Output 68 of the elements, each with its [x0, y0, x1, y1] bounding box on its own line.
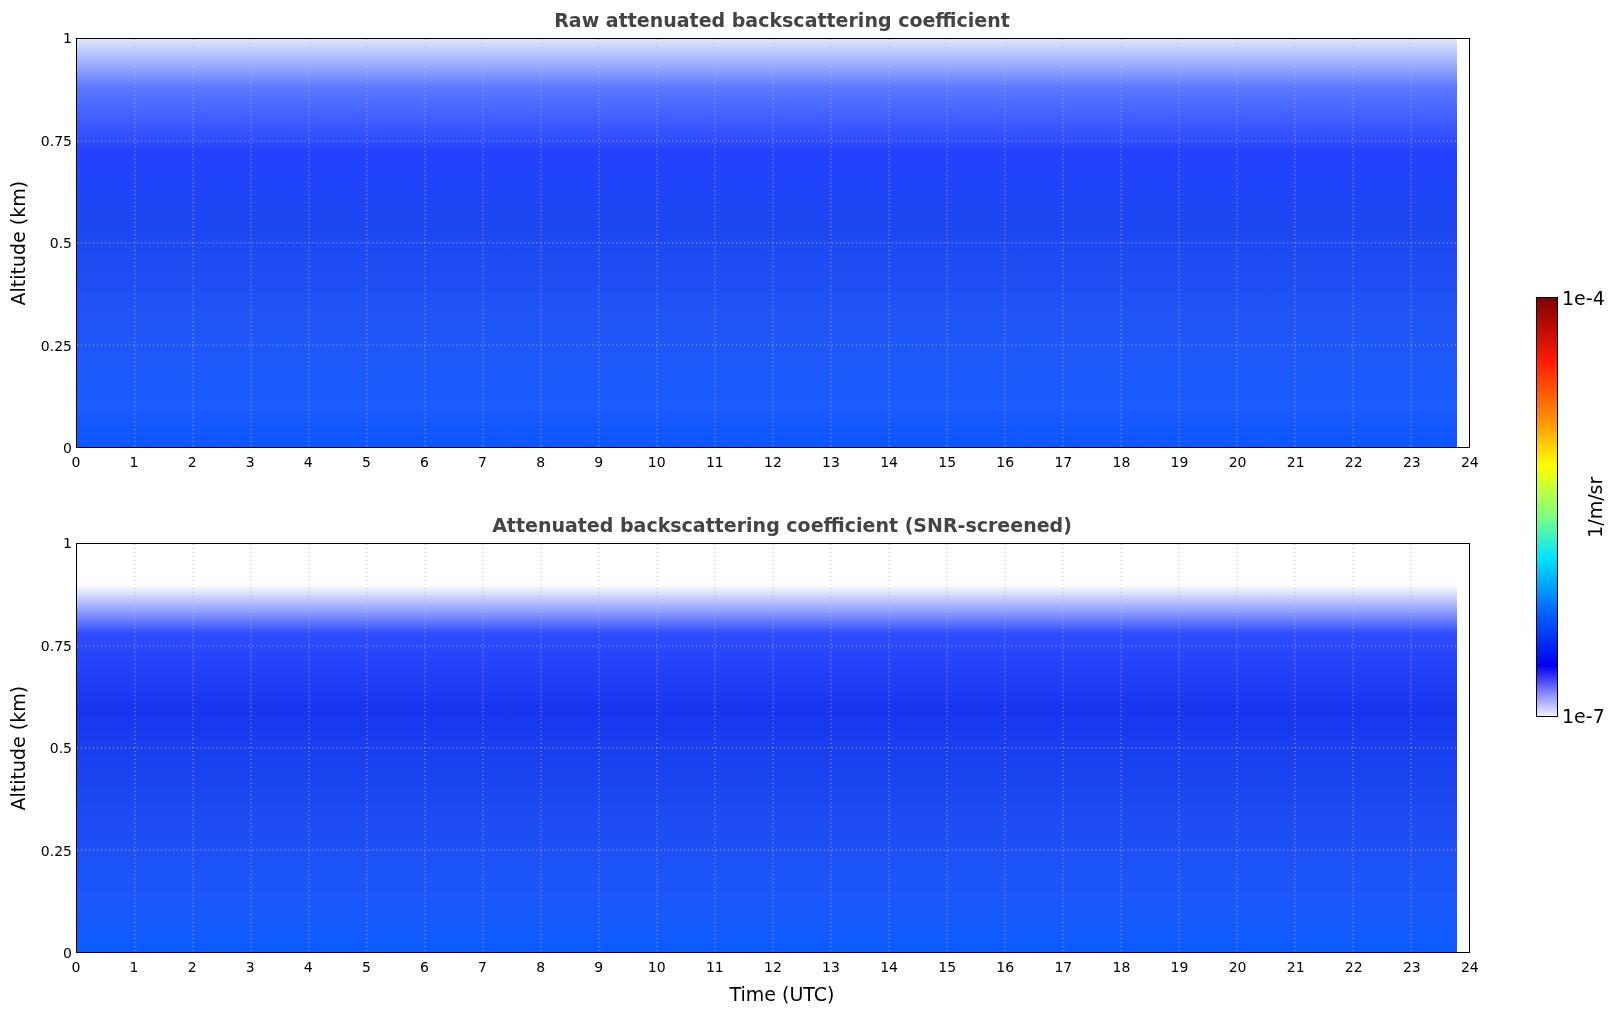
- tick-label: 0.25: [39, 842, 72, 859]
- tick-label: 15: [937, 453, 958, 472]
- tick-label: 8: [535, 453, 547, 472]
- tick-label: 0.5: [48, 740, 72, 756]
- tick-label: 1: [128, 958, 140, 977]
- tick-label: 20: [1227, 453, 1248, 472]
- plot-title: Raw attenuated backscattering coefficient: [554, 7, 1010, 33]
- tick-label: 0: [70, 453, 82, 472]
- tick-label: 2: [186, 958, 198, 977]
- tick-label: 9: [593, 958, 605, 977]
- tick-label: 7: [477, 453, 488, 472]
- tick-label: 0: [62, 440, 72, 456]
- tick-label: 19: [1169, 453, 1190, 472]
- tick-label: 0.5: [48, 235, 72, 251]
- tick-label: 10: [646, 453, 667, 472]
- tick-label: 13: [821, 958, 841, 977]
- tick-label: 5: [360, 453, 372, 472]
- tick-label: 4: [302, 453, 314, 472]
- tick-label: 22: [1343, 958, 1364, 977]
- tick-label: 17: [1053, 958, 1074, 977]
- tick-label: 21: [1285, 958, 1306, 977]
- tick-label: 10: [646, 958, 667, 977]
- tick-label: 22: [1343, 453, 1364, 472]
- tick-label: 23: [1401, 958, 1422, 977]
- colorbar-label: 1/m/sr: [1583, 476, 1608, 538]
- tick-label: 17: [1053, 453, 1074, 472]
- tick-label: 18: [1111, 958, 1132, 977]
- tick-label: 7: [477, 958, 488, 977]
- tick-label: 11: [704, 958, 725, 977]
- tick-label: 0.75: [39, 132, 72, 149]
- tick-label: 6: [419, 453, 430, 472]
- axis-label: Time (UTC): [729, 982, 835, 1007]
- tick-label: 12: [763, 453, 783, 472]
- tick-label: 14: [879, 453, 899, 472]
- colorbar-max-label: 1e-4: [1562, 287, 1605, 309]
- tick-label: 8: [535, 958, 547, 977]
- axis-label: Altitude (km): [5, 180, 30, 306]
- tick-label: 1: [128, 453, 140, 472]
- tick-label: 24: [1459, 958, 1480, 977]
- tick-label: 3: [244, 453, 256, 472]
- tick-label: 2: [186, 453, 198, 472]
- plot-title: Attenuated backscattering coefficient (SNR-screened): [492, 512, 1072, 538]
- tick-label: 5: [360, 958, 372, 977]
- tick-label: 4: [302, 958, 314, 977]
- tick-label: 20: [1227, 958, 1248, 977]
- tick-label: 0.75: [39, 637, 72, 654]
- tick-label: 23: [1401, 453, 1422, 472]
- tick-label: 3: [244, 958, 256, 977]
- colorbar-min-label: 1e-7: [1562, 705, 1605, 727]
- tick-label: 16: [995, 453, 1016, 472]
- tick-label: 0.25: [39, 337, 72, 354]
- tick-label: 1: [62, 30, 72, 46]
- tick-label: 0: [70, 958, 82, 977]
- tick-label: 0: [62, 945, 72, 961]
- tick-label: 11: [704, 453, 725, 472]
- tick-label: 24: [1459, 453, 1480, 472]
- tick-label: 9: [593, 453, 605, 472]
- tick-label: 13: [821, 453, 841, 472]
- tick-label: 15: [937, 958, 958, 977]
- tick-label: 14: [879, 958, 899, 977]
- tick-label: 16: [995, 958, 1016, 977]
- tick-label: 1: [62, 535, 72, 551]
- tick-label: 18: [1111, 453, 1132, 472]
- tick-label: 12: [763, 958, 783, 977]
- tick-label: 19: [1169, 958, 1190, 977]
- axis-label: Altitude (km): [5, 685, 30, 811]
- tick-label: 21: [1285, 453, 1306, 472]
- tick-label: 6: [419, 958, 430, 977]
